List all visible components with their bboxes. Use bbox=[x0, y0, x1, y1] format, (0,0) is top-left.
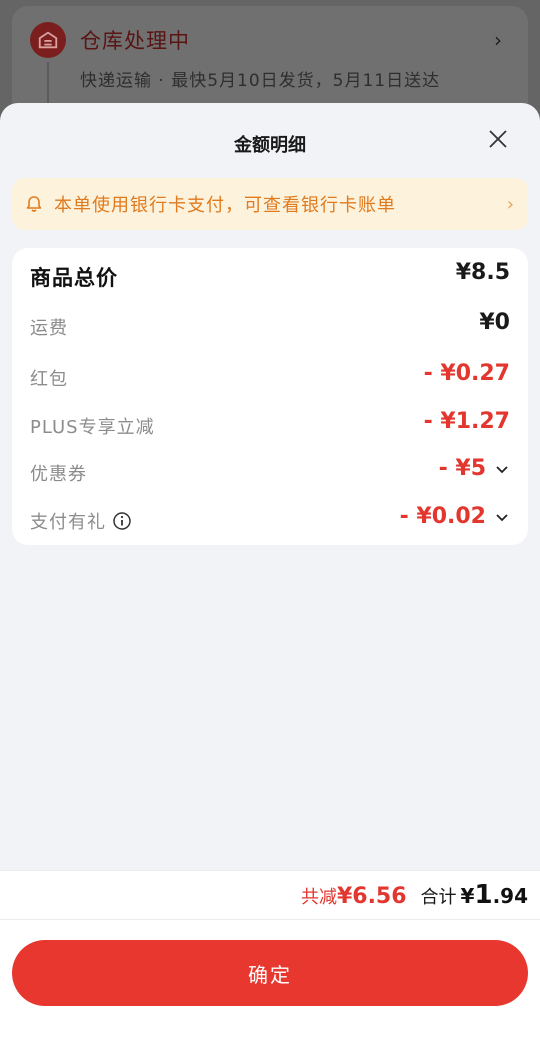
close-icon[interactable] bbox=[487, 128, 509, 150]
saved-label: 共减 bbox=[300, 887, 337, 908]
total-decimal: .94 bbox=[492, 884, 528, 908]
order-status-chevron-icon: › bbox=[494, 28, 502, 52]
sheet-title: 金额明细 bbox=[234, 135, 306, 156]
chevron-down-icon bbox=[496, 513, 508, 521]
order-status-subtitle: 快递运输 · 最快5月10日发货，5月11日送达 bbox=[80, 71, 441, 91]
warehouse-icon bbox=[30, 22, 66, 58]
confirm-button[interactable]: 确定 bbox=[12, 940, 528, 1006]
amount-detail-card: 商品总价 ¥8.5 运费 ¥0 红包 - ¥0.27 PLUS专享立减 - ¥1… bbox=[12, 248, 528, 545]
order-status-title: 仓库处理中 bbox=[80, 29, 190, 53]
saved-value: ¥6.56 bbox=[336, 884, 407, 909]
timeline-line bbox=[47, 62, 49, 106]
coupon-value-wrap[interactable]: - ¥5 bbox=[439, 456, 510, 481]
info-icon[interactable] bbox=[112, 511, 132, 531]
bell-icon bbox=[26, 196, 42, 212]
notice-chevron-icon: › bbox=[506, 193, 514, 215]
notice-text: 本单使用银行卡支付，可查看银行卡账单 bbox=[54, 195, 396, 216]
total-bar: 共减 ¥6.56 合计 ¥ 1 .94 bbox=[0, 870, 540, 920]
total-currency: ¥ bbox=[460, 884, 475, 908]
payment-gift-value-wrap[interactable]: - ¥0.02 bbox=[400, 504, 510, 529]
shipping-value: ¥0 bbox=[479, 310, 510, 335]
goods-total-label: 商品总价 bbox=[30, 266, 118, 290]
red-packet-value: - ¥0.27 bbox=[423, 361, 510, 386]
red-packet-label: 红包 bbox=[30, 369, 68, 390]
total-summary: 共减 ¥6.56 合计 ¥ 1 .94 bbox=[301, 880, 528, 910]
goods-total-value: ¥8.5 bbox=[455, 260, 510, 285]
coupon-label: 优惠券 bbox=[30, 464, 87, 485]
row-goods-total: 商品总价 ¥8.5 bbox=[12, 256, 528, 296]
total-label: 合计 bbox=[420, 887, 457, 908]
bank-bill-notice[interactable]: 本单使用银行卡支付，可查看银行卡账单 › bbox=[12, 178, 528, 230]
row-coupon[interactable]: 优惠券 - ¥5 bbox=[12, 452, 528, 492]
plus-discount-value: - ¥1.27 bbox=[423, 409, 510, 434]
row-red-packet: 红包 - ¥0.27 bbox=[12, 357, 528, 397]
plus-discount-label: PLUS专享立减 bbox=[30, 417, 155, 438]
coupon-value: - ¥5 bbox=[438, 456, 486, 481]
total-integer: 1 bbox=[474, 880, 493, 910]
payment-gift-label-wrap: 支付有礼 bbox=[30, 508, 132, 534]
row-shipping: 运费 ¥0 bbox=[12, 306, 528, 346]
chevron-down-icon bbox=[496, 465, 508, 473]
payment-gift-label: 支付有礼 bbox=[30, 512, 106, 533]
payment-gift-value: - ¥0.02 bbox=[399, 504, 486, 529]
row-plus-discount: PLUS专享立减 - ¥1.27 bbox=[12, 405, 528, 445]
row-payment-gift[interactable]: 支付有礼 - ¥0.02 bbox=[12, 500, 528, 540]
amount-detail-sheet: 金额明细 本单使用银行卡支付，可查看银行卡账单 › 商品总价 ¥8.5 运费 ¥… bbox=[0, 103, 540, 1062]
shipping-label: 运费 bbox=[30, 318, 68, 339]
